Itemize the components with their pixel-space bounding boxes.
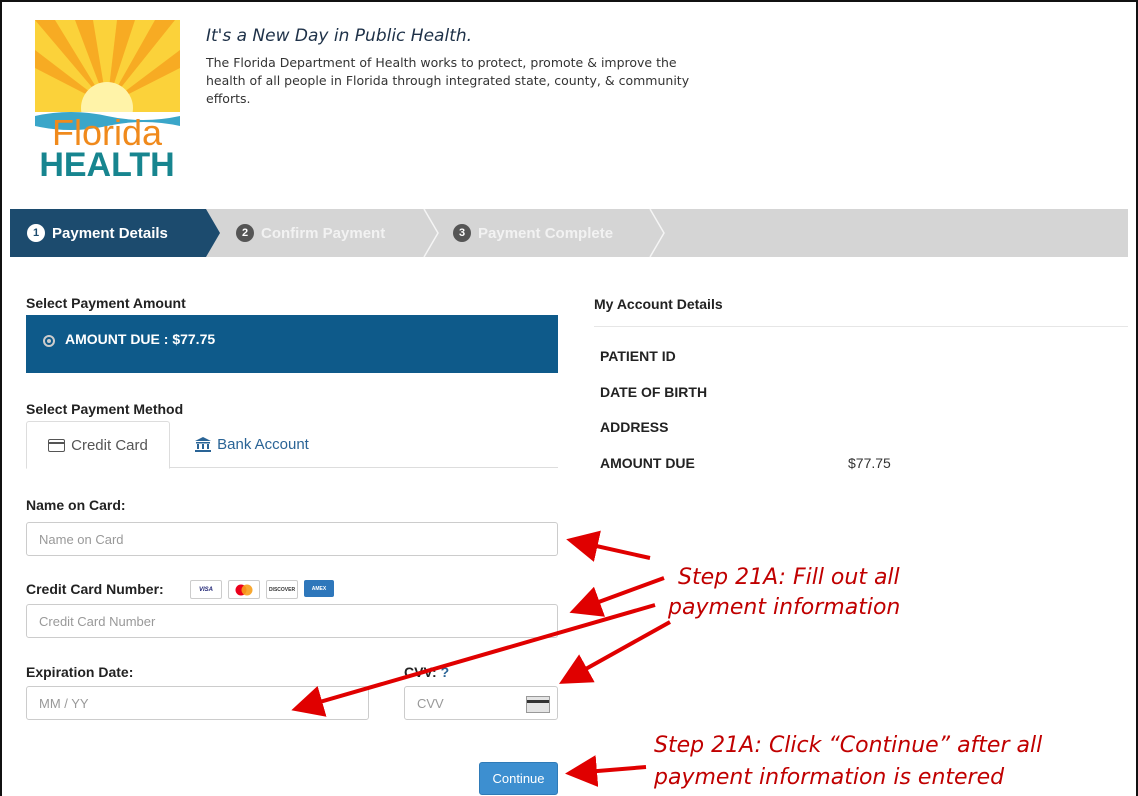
annotation-continue-line1: Step 21A: Click “Continue” after all [654, 733, 1043, 758]
annotation-fill-line2: payment information [668, 595, 901, 620]
annotation-continue-line2: payment information is entered [654, 765, 1005, 790]
annotation-fill-line1: Step 21A: Fill out all [678, 565, 900, 590]
annotation-arrows [291, 530, 671, 787]
